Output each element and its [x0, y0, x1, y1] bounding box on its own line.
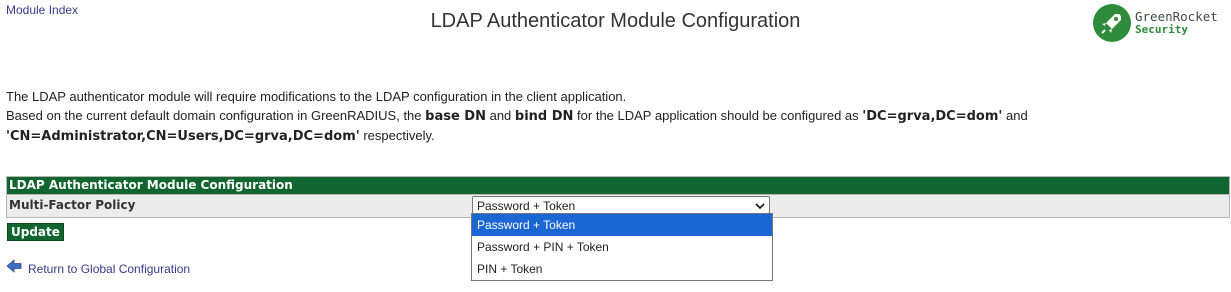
- rocket-icon: [1093, 4, 1131, 42]
- policy-label: Multi-Factor Policy: [9, 198, 136, 212]
- intro-text: The LDAP authenticator module will requi…: [6, 87, 1028, 146]
- base-dn-label: base DN: [425, 109, 486, 124]
- greenrocket-logo: GreenRocket Security: [1093, 4, 1218, 42]
- logo-subtitle: Security: [1135, 23, 1188, 36]
- policy-option[interactable]: Password + PIN + Token: [472, 236, 772, 258]
- intro-prefix: Based on the current default domain conf…: [6, 108, 426, 123]
- policy-dropdown: Password + Token Password + PIN + Token …: [471, 213, 773, 281]
- return-link[interactable]: Return to Global Configuration: [6, 259, 190, 278]
- intro-line-3: 'CN=Administrator,CN=Users,DC=grva,DC=do…: [6, 126, 1028, 146]
- intro-mid: for the LDAP application should be confi…: [573, 108, 863, 123]
- intro-suffix: respectively.: [359, 128, 435, 143]
- return-label: Return to Global Configuration: [28, 261, 191, 276]
- bind-dn-label: bind DN: [514, 109, 574, 124]
- intro-and: and: [485, 108, 515, 123]
- policy-option[interactable]: Password + Token: [472, 214, 772, 236]
- policy-option[interactable]: PIN + Token: [472, 258, 772, 280]
- policy-select-value: Password + Token: [477, 199, 576, 213]
- base-dn-value: 'DC=grva,DC=dom': [862, 109, 1003, 124]
- intro-and-2: and: [1002, 108, 1028, 123]
- intro-line-1: The LDAP authenticator module will requi…: [6, 89, 627, 104]
- update-button[interactable]: Update: [7, 223, 64, 241]
- config-table: LDAP Authenticator Module Configuration …: [6, 176, 1230, 218]
- policy-select[interactable]: Password + Token: [472, 196, 770, 214]
- intro-line-2: Based on the current default domain conf…: [6, 106, 1028, 126]
- config-table-header: LDAP Authenticator Module Configuration: [7, 177, 1229, 194]
- arrow-left-icon: [6, 259, 22, 278]
- logo-wordmark: GreenRocket: [1135, 9, 1218, 24]
- page-title: LDAP Authenticator Module Configuration: [430, 10, 801, 32]
- bind-dn-value: 'CN=Administrator,CN=Users,DC=grva,DC=do…: [6, 129, 360, 144]
